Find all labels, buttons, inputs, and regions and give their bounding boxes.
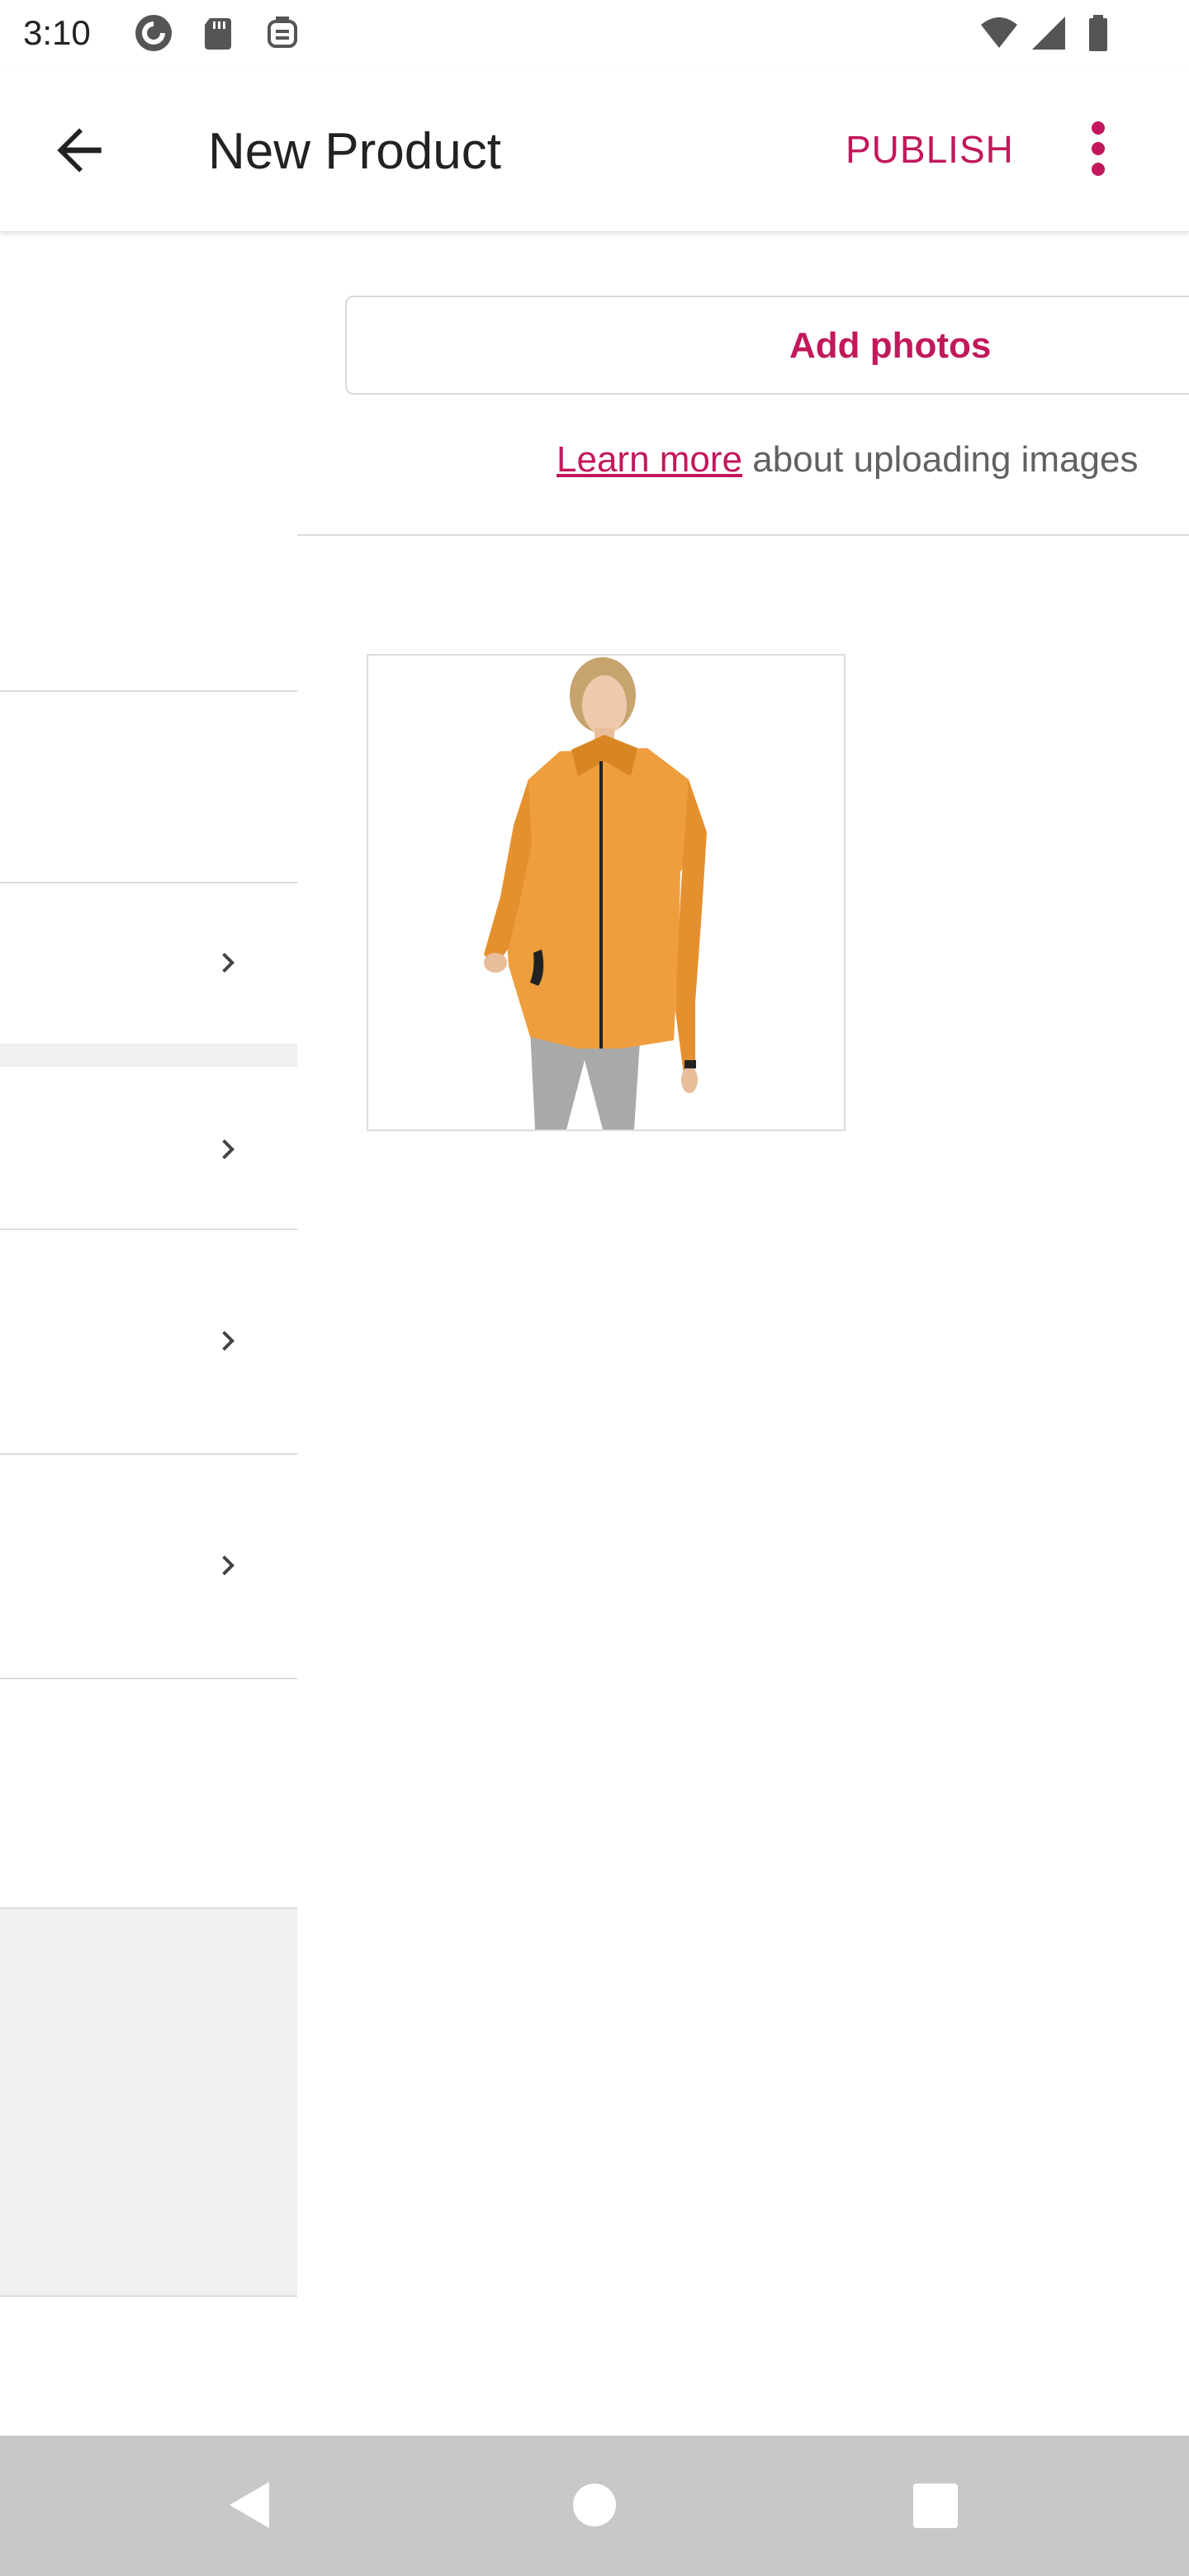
orange-jacket-photo: [368, 656, 844, 1129]
add-photos-button[interactable]: [345, 296, 1189, 395]
battery-icon: [1089, 15, 1107, 51]
form-footer-area: [0, 1909, 297, 2297]
battery-saver-icon: [268, 17, 297, 48]
section-separator: [0, 1044, 297, 1067]
learn-more-link[interactable]: Learn more: [557, 439, 742, 480]
form-row-price[interactable]: [0, 883, 297, 1044]
system-nav-bar: [0, 2436, 1189, 2576]
form-divider: [0, 2295, 297, 2297]
learn-more-description: about uploading images: [742, 439, 1139, 480]
wifi-icon: [981, 17, 1017, 48]
publish-button[interactable]: PUBLISH: [846, 127, 1014, 172]
cell-signal-icon: [1032, 17, 1065, 50]
chevron-right-icon: [222, 1556, 234, 1575]
recents-square-icon[interactable]: [870, 2436, 1002, 2576]
form-divider: [0, 690, 297, 692]
pocket-casts-icon: [135, 15, 172, 51]
form-row-categories[interactable]: [0, 1455, 297, 1678]
chevron-right-icon: [222, 953, 234, 973]
app-bar: New Product PUBLISH: [0, 69, 1189, 232]
chevron-right-icon: [222, 1139, 234, 1159]
page-title: New Product: [208, 123, 501, 180]
home-circle-icon[interactable]: [528, 2436, 661, 2576]
form-row-inventory[interactable]: [0, 1067, 297, 1229]
more-vert-icon[interactable]: [1073, 116, 1123, 182]
product-image-thumbnail[interactable]: [367, 654, 846, 1131]
form-divider: [0, 1678, 297, 1679]
panel-divider: [297, 534, 1189, 536]
learn-more-text: Learn more about uploading images: [557, 439, 1138, 481]
add-photos-label: Add photos: [789, 325, 992, 366]
arrow-back-icon[interactable]: [46, 117, 112, 183]
product-images-panel: [297, 231, 1189, 2436]
status-bar: 3:10: [0, 0, 1189, 69]
sd-card-icon: [205, 18, 231, 50]
status-time: 3:10: [23, 13, 91, 52]
form-row-shipping[interactable]: [0, 1230, 297, 1453]
back-triangle-icon[interactable]: [183, 2436, 315, 2576]
chevron-right-icon: [222, 1331, 234, 1351]
